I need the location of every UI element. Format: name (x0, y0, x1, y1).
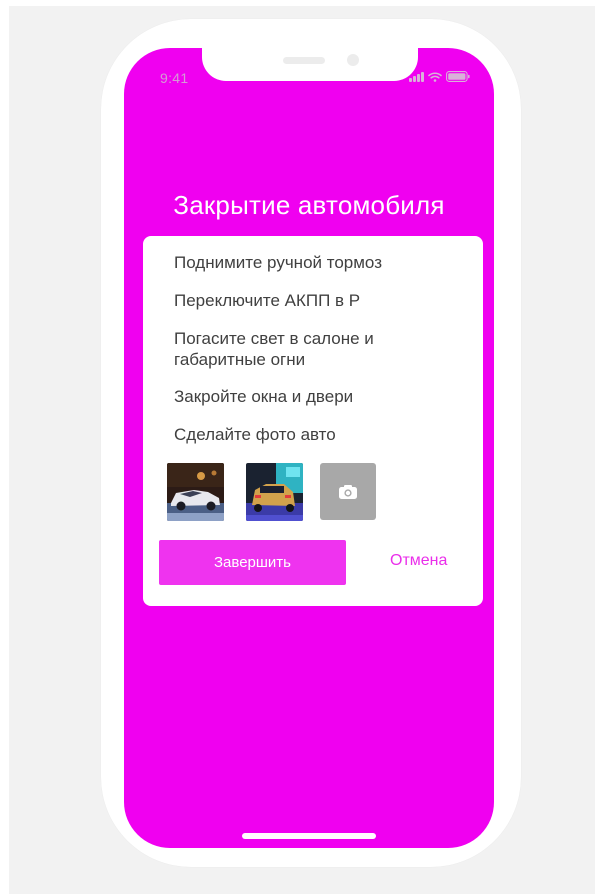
notch (202, 48, 418, 81)
signal-icon (409, 72, 424, 82)
wifi-icon (428, 72, 442, 82)
step-lights: Погасите свет в салоне и габаритные огни (174, 329, 374, 369)
app-screen: 9:41 Закрытие автомобиля Поднимите ручно… (124, 48, 494, 848)
step-windows-doors: Закройте окна и двери (174, 387, 354, 406)
add-photo-button[interactable] (320, 463, 376, 520)
step-take-photo: Сделайте фото авто (174, 425, 336, 444)
battery-icon (446, 71, 470, 82)
cancel-button[interactable]: Отмена (390, 552, 447, 570)
front-camera (347, 54, 359, 66)
home-indicator (242, 833, 376, 839)
speaker-grille (283, 57, 325, 64)
step-handbrake: Поднимите ручной тормоз (174, 253, 382, 272)
finish-button[interactable]: Завершить (159, 540, 346, 585)
page-title: Закрытие автомобиля (173, 190, 445, 220)
camera-icon (339, 484, 357, 499)
status-icons (409, 71, 470, 82)
car-photo-thumbnail-2[interactable] (246, 463, 303, 521)
step-gearbox: Переключите АКПП в Р (174, 291, 361, 310)
checklist-card: Поднимите ручной тормоз Переключите АКПП… (143, 236, 483, 606)
car-photo-thumbnail-1[interactable] (167, 463, 224, 521)
status-time: 9:41 (160, 70, 189, 86)
